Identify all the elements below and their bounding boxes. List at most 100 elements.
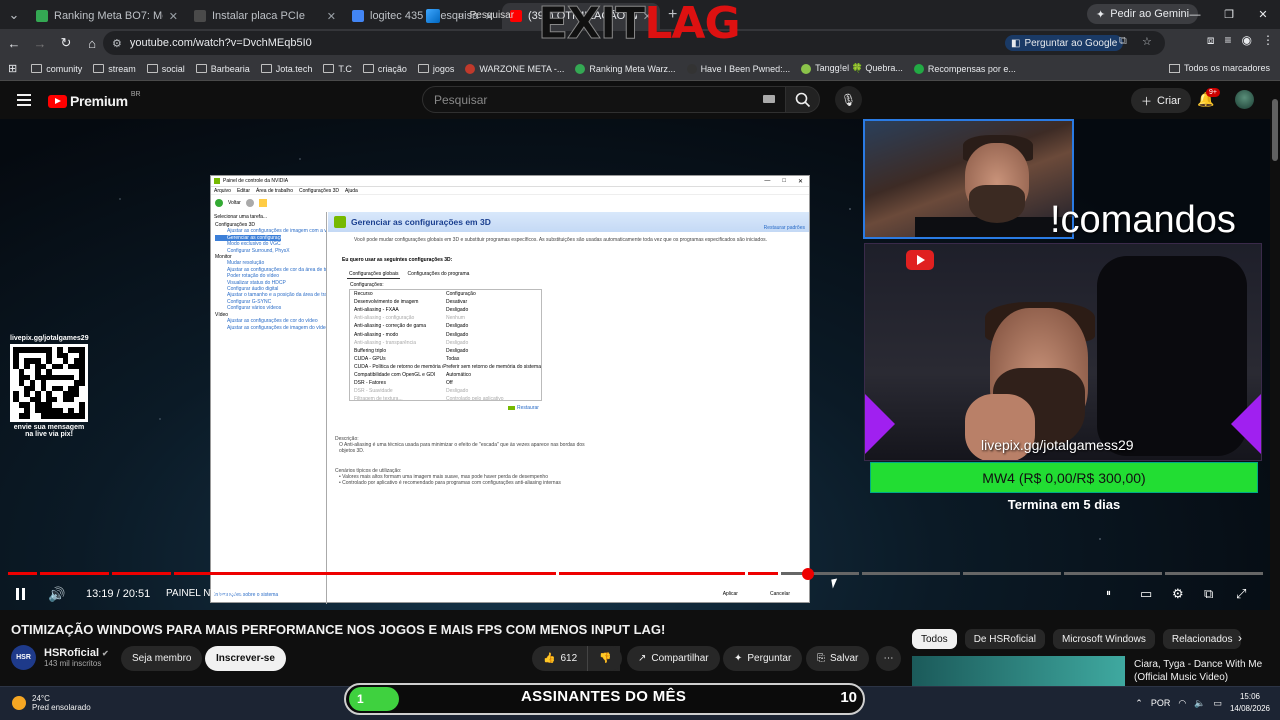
video-player[interactable]: Painel de controle da NVIDIA — □ ✕ Arquivo… — [0, 119, 1270, 610]
bookmark-item[interactable]: Tangg!el 🍀 Quebra... — [801, 63, 903, 74]
tab-search-icon[interactable]: ⌄ — [0, 0, 28, 29]
hamburger-menu-icon[interactable] — [17, 94, 31, 106]
close-tab-icon[interactable]: ✕ — [327, 10, 336, 23]
chapter-segment[interactable] — [112, 572, 171, 575]
filter-chip[interactable]: Todos — [912, 629, 957, 649]
dislike-button[interactable]: 👎 — [587, 646, 623, 671]
bookmarks-bar: ⊞ comunity stream social Barbearia Jota.tech… — [0, 57, 1280, 81]
chips-next-icon[interactable]: › — [1238, 631, 1242, 645]
miniplayer-icon[interactable]: ⧉ — [1204, 586, 1213, 602]
create-button[interactable]: ＋ Criar — [1131, 88, 1191, 113]
bookmark-item[interactable]: T.C — [323, 63, 352, 74]
fullscreen-icon[interactable]: ⤢ — [1236, 586, 1246, 602]
menu-icon[interactable]: ⋮ — [1262, 33, 1274, 48]
speaker-icon[interactable]: 🔈 — [1194, 698, 1205, 709]
bookmark-item[interactable]: jogos — [417, 63, 454, 74]
chapter-button[interactable]: PAINEL NVIDIA › — [166, 588, 242, 599]
subscribe-button[interactable]: Inscrever-se — [205, 646, 286, 671]
filter-chip[interactable]: Microsoft Windows — [1052, 629, 1155, 649]
taskbar-search[interactable]: ⌕ Pesquisar — [458, 10, 514, 21]
bookmark-item[interactable]: Ranking Meta Warz... — [575, 63, 676, 74]
nvidia-control-panel-window: Painel de controle da NVIDIA — □ ✕ Arquivo… — [210, 175, 810, 604]
close-window-icon[interactable]: ✕ — [1246, 0, 1280, 29]
forward-circle-icon — [245, 199, 254, 207]
maximize-icon[interactable]: ❐ — [1212, 0, 1246, 29]
chapter-segment[interactable] — [40, 572, 109, 575]
ask-google-button[interactable]: ◧ Perguntar ao Google — [1005, 35, 1124, 51]
filter-chip[interactable]: Relacionados — [1162, 629, 1242, 649]
install-icon[interactable]: ⧉ — [1119, 35, 1127, 48]
minimize-icon[interactable]: — — [1178, 0, 1212, 29]
close-tab-icon[interactable]: ✕ — [169, 10, 178, 23]
bookmark-item[interactable]: stream — [93, 63, 136, 74]
save-button[interactable]: ⎘ Salvar — [806, 646, 870, 671]
extensions-icon[interactable]: ⧈ — [1207, 33, 1215, 48]
share-icon: ↗ — [638, 653, 647, 664]
notifications-button[interactable]: 🔔 9+ — [1197, 88, 1220, 108]
apps-icon[interactable]: ⊞ — [8, 62, 17, 75]
search-button[interactable] — [785, 86, 820, 113]
bookmark-item[interactable]: Recompensas por e... — [913, 63, 1016, 74]
voice-search-button[interactable]: 🎙 — [835, 86, 862, 113]
tray-chevron-icon[interactable]: ⌃ — [1135, 698, 1143, 709]
back-circle-icon — [215, 199, 223, 207]
forward-icon[interactable]: → — [28, 36, 52, 51]
bookmark-star-icon[interactable]: ☆ — [1142, 35, 1152, 48]
battery-icon[interactable]: ▭ — [1213, 698, 1222, 709]
tab-search-list-icon[interactable]: ≡ — [1225, 33, 1232, 48]
bookmark-item[interactable]: comunity — [31, 63, 82, 74]
chapter-segment[interactable] — [780, 572, 860, 575]
subtitles-icon[interactable]: ▭ — [1140, 586, 1152, 602]
chapter-segment[interactable] — [1064, 572, 1163, 575]
profile-icon[interactable]: ◉ — [1242, 33, 1252, 48]
browser-tab[interactable]: Ranking Meta BO7: Melhores C✕ — [28, 3, 186, 29]
scrubber-handle[interactable] — [802, 568, 814, 580]
chapter-segment[interactable] — [862, 572, 961, 575]
keyboard-icon[interactable] — [763, 95, 775, 103]
back-icon[interactable]: ← — [2, 36, 26, 51]
page-scrollbar[interactable] — [1270, 81, 1280, 686]
recommended-title[interactable]: Ciara, Tyga - Dance With Me (Official Mu… — [1134, 658, 1274, 684]
wifi-icon[interactable]: ◠ — [1178, 698, 1186, 709]
bookmark-item[interactable]: Barbearia — [195, 63, 250, 74]
bookmark-item[interactable]: social — [146, 63, 185, 74]
chapter-segment[interactable] — [173, 572, 556, 575]
bookmark-item[interactable]: Jota.tech — [260, 63, 312, 74]
chapter-segment[interactable] — [8, 572, 38, 575]
weather-widget[interactable]: 24°C Pred ensolarado — [12, 694, 91, 712]
join-button[interactable]: Seja membro — [121, 646, 203, 671]
windows-start-icon[interactable] — [426, 9, 440, 23]
channel-avatar[interactable]: HSR — [11, 645, 36, 670]
youtube-play-icon — [48, 94, 67, 108]
pause-button[interactable] — [15, 588, 26, 600]
home-icon[interactable]: ⌂ — [80, 36, 104, 51]
chapter-segment[interactable] — [1165, 572, 1264, 575]
browser-tab[interactable]: Instalar placa PCIe ✕ — [186, 3, 344, 29]
reload-icon[interactable]: ↻ — [54, 35, 78, 51]
settings-gear-icon[interactable]: ⚙ — [1172, 586, 1184, 602]
clock[interactable]: 15:06 14/08/2026 — [1230, 691, 1270, 715]
ask-button[interactable]: ✦ Perguntar — [723, 646, 803, 671]
favicon-icon — [352, 10, 364, 22]
channel-name[interactable]: HSRoficial — [44, 647, 99, 659]
search-input[interactable]: Pesquisar — [422, 86, 786, 113]
more-actions-button[interactable]: ⋯ — [876, 646, 901, 671]
bookmark-item[interactable]: Have I Been Pwned:... — [686, 63, 790, 74]
chapter-segment[interactable] — [559, 572, 746, 575]
video-progress-bar[interactable] — [8, 572, 1264, 575]
bookmark-item[interactable]: criação — [362, 63, 407, 74]
account-avatar[interactable] — [1235, 90, 1254, 109]
youtube-logo[interactable]: Premium BR — [48, 91, 141, 109]
scrollbar-thumb[interactable] — [1272, 99, 1278, 161]
filter-chip[interactable]: De HSRoficial — [964, 629, 1045, 649]
nvidia-titlebar: Painel de controle da NVIDIA — □ ✕ — [211, 176, 809, 187]
share-button[interactable]: ↗ Compartilhar — [627, 646, 720, 671]
chapter-segment[interactable] — [748, 572, 778, 575]
volume-icon[interactable]: 🔊 — [48, 586, 65, 603]
chapter-segment[interactable] — [963, 572, 1062, 575]
all-bookmarks[interactable]: Todos os marcadores — [1168, 63, 1270, 73]
toolbar-right: ⧈ ≡ ◉ ⋮ — [1207, 33, 1274, 48]
site-info-icon[interactable]: ⚙ — [112, 37, 122, 50]
bookmark-item[interactable]: WARZONE META -... — [465, 63, 564, 74]
autoplay-toggle[interactable]: ⏸ — [1106, 588, 1111, 599]
